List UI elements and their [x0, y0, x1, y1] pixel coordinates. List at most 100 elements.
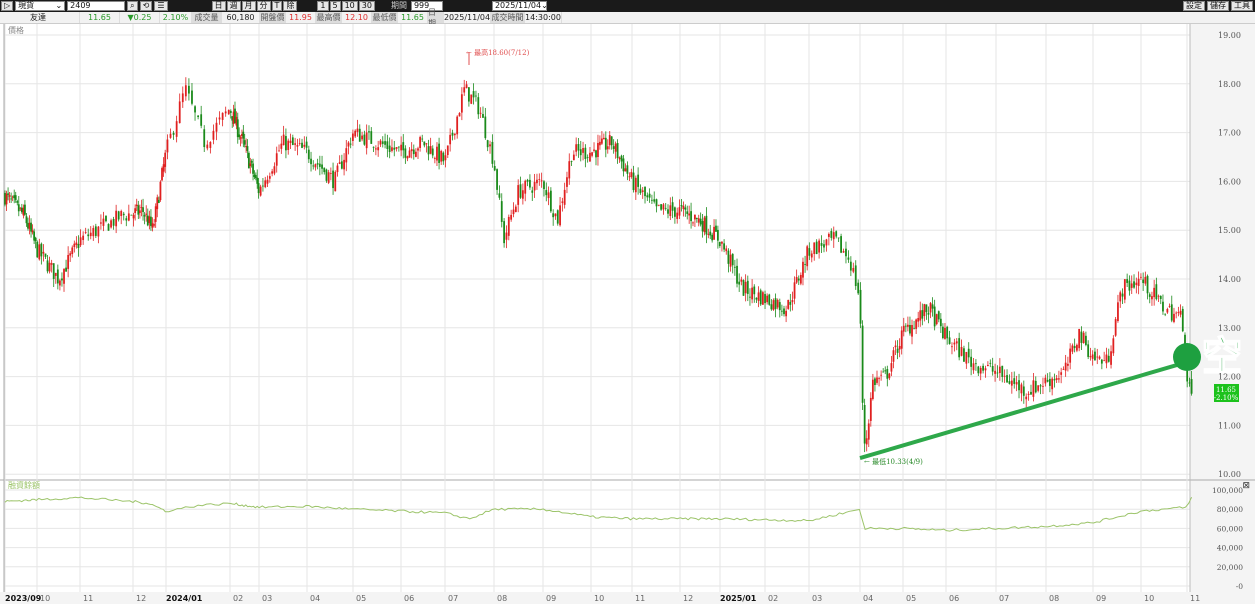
candle-body: [423, 141, 426, 146]
candle-body: [294, 143, 297, 145]
x-axis-label: 08: [497, 594, 507, 603]
candle-body: [310, 158, 312, 165]
minute-button-10[interactable]: 10: [341, 1, 358, 11]
candle-body: [408, 150, 411, 158]
candle-body: [388, 145, 391, 152]
tools-button[interactable]: 工具: [1231, 1, 1253, 11]
candle-body: [63, 269, 65, 284]
save-button[interactable]: 儲存: [1207, 1, 1229, 11]
signal-marker-icon[interactable]: [1173, 343, 1201, 371]
candle-body: [115, 210, 118, 227]
candle-body: [1157, 295, 1160, 297]
candle-body: [1168, 306, 1171, 307]
candle-body: [1064, 362, 1067, 371]
candle-body: [830, 230, 833, 238]
last-price-tag-price: 11.65: [1216, 386, 1236, 394]
date-picker[interactable]: 2025/11/04 ⌄: [491, 1, 548, 11]
candle-body: [863, 404, 866, 444]
candle-body: [674, 207, 676, 217]
settings-button[interactable]: 設定: [1183, 1, 1205, 11]
candle-body: [421, 138, 424, 140]
candle-body: [559, 205, 561, 226]
candle-body: [1190, 379, 1193, 394]
stock-chart[interactable]: 價格 融資餘額 ← 最高18.60(7/12)← 最低10.33(4/9)空11…: [0, 24, 1255, 604]
candle-body: [257, 183, 260, 194]
candle-body: [30, 222, 32, 232]
candle-body: [832, 232, 835, 240]
candle-body: [287, 140, 290, 150]
candle-body: [634, 177, 637, 193]
candle-body: [935, 314, 938, 325]
candle-body: [1112, 338, 1115, 354]
candle-body: [446, 145, 449, 155]
x-axis-label: 10: [594, 594, 604, 603]
candle-body: [874, 378, 876, 386]
candle-body: [436, 146, 438, 161]
candle-body: [545, 190, 548, 196]
minute-button-30[interactable]: 30: [358, 1, 375, 11]
market-select[interactable]: 現貨 ⌄: [15, 1, 66, 11]
freq-button-5[interactable]: 除: [283, 1, 298, 11]
freq-button-4[interactable]: T: [271, 1, 283, 11]
freq-button-1[interactable]: 週: [226, 1, 241, 11]
candle-body: [194, 106, 196, 113]
candle-body: [616, 143, 619, 158]
candle-body: [1162, 301, 1164, 312]
freq-button-0[interactable]: 日: [211, 1, 226, 11]
candle-body: [759, 290, 762, 305]
candle-body: [138, 210, 141, 214]
candle-body: [1179, 310, 1182, 315]
compare-icon[interactable]: ☰: [154, 1, 168, 11]
minute-button-1[interactable]: 1: [317, 1, 329, 11]
play-button[interactable]: ▷: [1, 1, 14, 11]
candle-body: [713, 226, 715, 240]
symbol-input[interactable]: 2409: [67, 1, 126, 11]
candle-body: [56, 269, 59, 284]
candle-body: [1022, 386, 1025, 396]
candle-body: [1082, 332, 1085, 344]
x-axis-label: 03: [262, 594, 272, 603]
candle-body: [878, 378, 880, 380]
candle-body: [876, 377, 878, 383]
candle-body: [823, 244, 825, 248]
candle-body: [5, 193, 8, 205]
x-axis-label: 05: [356, 594, 366, 603]
x-axis-label: 12: [136, 594, 146, 603]
candle-body: [1126, 279, 1129, 283]
candle-body: [517, 185, 520, 205]
candle-body: [709, 231, 712, 236]
candle-body: [699, 218, 702, 225]
candle-body: [400, 144, 403, 151]
candle-body: [653, 199, 656, 202]
date-value: 2025/11/04: [443, 12, 491, 23]
candle-body: [892, 350, 895, 362]
last-price: 11.65: [80, 12, 120, 23]
price-tick-label: 15.00: [1218, 226, 1241, 235]
candle-body: [849, 261, 852, 271]
candle-body: [718, 241, 721, 247]
time-label: 成交時間: [491, 12, 525, 23]
candle-body: [711, 234, 714, 241]
freq-button-2[interactable]: 月: [241, 1, 256, 11]
candle-body: [637, 174, 640, 187]
candle-body: [837, 237, 840, 239]
quote-bar: 友達 11.65 ▼0.25 2.10% 成交量 60,180 開盤價 11.9…: [0, 8, 1255, 28]
candle-body: [927, 312, 930, 315]
close-panel-icon[interactable]: ⊠: [1242, 481, 1250, 491]
candle-body: [209, 142, 212, 148]
candle-body: [884, 370, 887, 372]
link-icon[interactable]: ⟲: [139, 1, 153, 11]
candle-body: [923, 304, 926, 317]
search-icon[interactable]: ⌕: [127, 1, 138, 11]
candle-body: [989, 362, 992, 364]
freq-button-3[interactable]: 分: [256, 1, 271, 11]
candle-body: [477, 97, 480, 115]
minute-button-5[interactable]: 5: [329, 1, 341, 11]
candle-body: [1151, 296, 1153, 300]
candle-body: [1055, 377, 1058, 380]
candle-body: [1128, 280, 1131, 291]
x-axis-label: 03: [812, 594, 822, 603]
x-axis-label: 2024/01: [166, 594, 203, 603]
candle-body: [334, 171, 337, 192]
candle-body: [227, 109, 230, 115]
